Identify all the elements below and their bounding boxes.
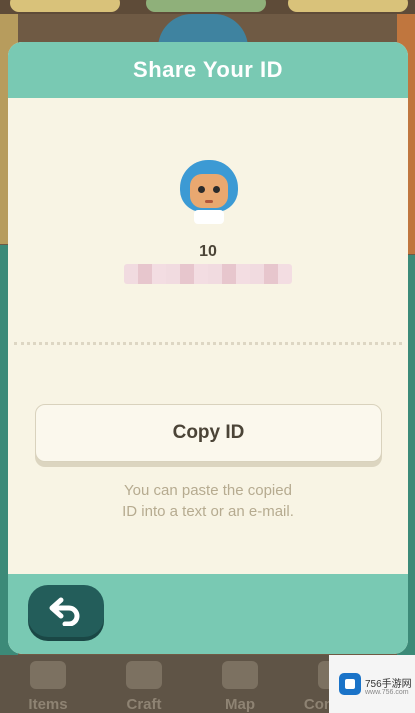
avatar-eye-left <box>198 186 205 193</box>
watermark-logo-icon <box>339 673 361 695</box>
dotted-divider <box>14 342 402 345</box>
nav-map[interactable]: Map <box>192 653 288 713</box>
player-avatar <box>178 160 240 224</box>
level-pill <box>10 0 120 12</box>
player-level: 10 <box>199 243 217 260</box>
player-id-redacted <box>124 264 292 284</box>
avatar-eye-right <box>213 186 220 193</box>
nav-items[interactable]: Items <box>0 653 96 713</box>
modal-footer <box>8 574 408 654</box>
watermark: 756手游网 www.756.com <box>329 655 415 713</box>
watermark-text: 756手游网 <box>365 679 412 690</box>
copy-hint: You can paste the copied ID into a text … <box>68 480 348 522</box>
avatar-shirt <box>194 210 224 224</box>
share-id-modal: Share Your ID 10 Copy ID You can paste t… <box>8 42 408 654</box>
bag-icon <box>30 661 66 689</box>
nav-items-label: Items <box>28 696 68 713</box>
watermark-sub: www.756.com <box>365 689 409 696</box>
copy-hint-line1: You can paste the copied <box>124 482 292 499</box>
modal-header: Share Your ID <box>8 42 408 98</box>
hammer-icon <box>126 661 162 689</box>
bells-pill <box>146 0 266 12</box>
copy-id-button[interactable]: Copy ID <box>35 404 382 462</box>
nav-craft[interactable]: Craft <box>96 653 192 713</box>
nav-craft-label: Craft <box>126 696 162 713</box>
modal-title: Share Your ID <box>133 57 283 82</box>
avatar-mouth <box>205 200 213 203</box>
copy-hint-line2: ID into a text or an e-mail. <box>122 503 294 520</box>
back-button[interactable] <box>28 585 104 637</box>
back-arrow-icon <box>49 597 80 626</box>
bottom-nav: Items Craft Map Contacts 756手游网 www.756.… <box>0 655 415 713</box>
currency-pill <box>288 0 408 12</box>
nav-map-label: Map <box>225 696 255 713</box>
map-icon <box>222 661 258 689</box>
